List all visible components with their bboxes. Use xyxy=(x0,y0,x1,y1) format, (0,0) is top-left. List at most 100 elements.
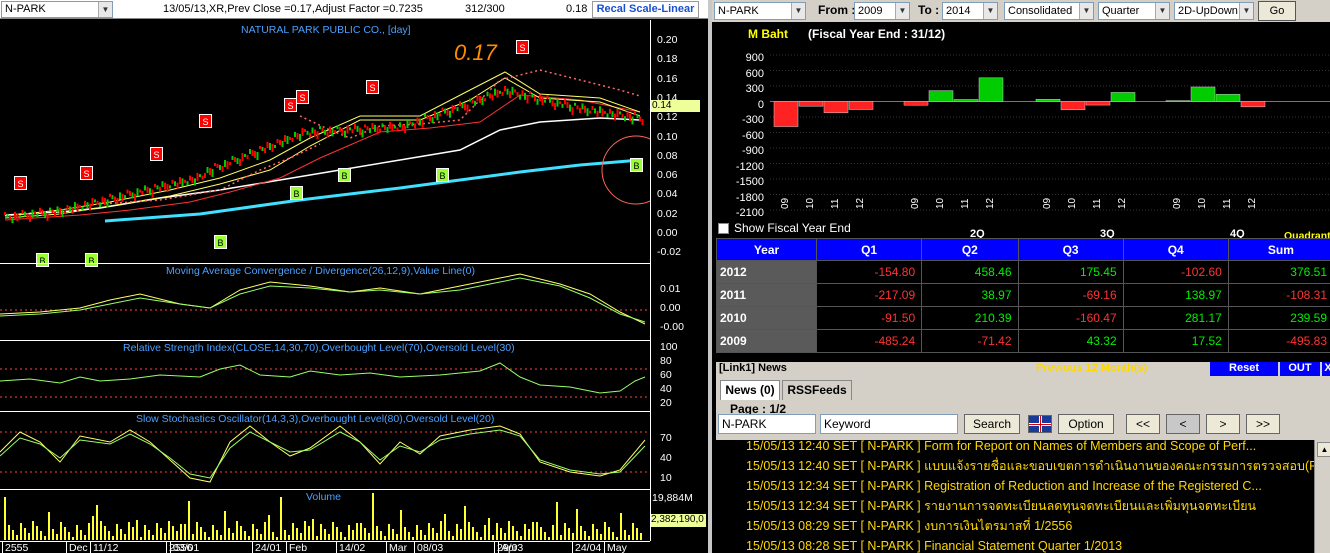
volume-bar xyxy=(100,521,102,540)
fiscal-label: (Fiscal Year End : 31/12) xyxy=(808,27,946,41)
candle xyxy=(524,92,526,100)
candle xyxy=(84,200,86,206)
volume-bar xyxy=(180,524,182,540)
news-item[interactable]: 15/05/13 12:34 SET [ N-PARK ] รายงานการจ… xyxy=(746,496,1256,516)
candle xyxy=(169,185,171,189)
candle xyxy=(269,143,271,150)
volume-bar xyxy=(172,526,174,540)
volume-bar xyxy=(548,537,550,540)
volume-bar xyxy=(476,532,478,540)
view-select[interactable]: 2D-UpDown ▼ xyxy=(1174,2,1254,20)
fin-bar-Q2-2011 xyxy=(953,99,979,102)
sell-signal: S xyxy=(366,80,379,94)
flag-icon[interactable] xyxy=(1028,415,1052,433)
axis-border xyxy=(650,20,651,541)
volume-bar xyxy=(404,527,406,540)
reset-button[interactable]: Reset xyxy=(1210,362,1278,376)
buy-signal: B xyxy=(436,168,449,182)
volume-bar xyxy=(520,536,522,540)
candle xyxy=(249,149,251,154)
close-button[interactable]: X xyxy=(1322,362,1330,376)
volume-bar xyxy=(540,527,542,540)
prev-page-button[interactable]: < xyxy=(1166,414,1200,434)
from-year-select[interactable]: 2009 ▼ xyxy=(854,2,910,20)
news-item[interactable]: 15/05/13 12:40 SET [ N-PARK ] Form for R… xyxy=(746,440,1256,456)
tab-news[interactable]: News (0) xyxy=(720,380,780,400)
volume-bar xyxy=(496,523,498,540)
volume-bar xyxy=(72,537,74,540)
from-year-value: 2009 xyxy=(858,5,883,17)
news-item[interactable]: 15/05/13 12:40 SET [ N-PARK ] แบบแจ้งราย… xyxy=(746,456,1314,476)
chevron-down-icon[interactable]: ▼ xyxy=(791,3,805,19)
chevron-down-icon[interactable]: ▼ xyxy=(1079,3,1093,19)
table-cell-q1: -217.09 xyxy=(815,283,923,307)
news-scrollbar[interactable]: ▲ xyxy=(1314,440,1330,553)
date-axis-label: 08/03 xyxy=(414,542,443,553)
candle xyxy=(266,142,269,148)
candle xyxy=(304,129,306,132)
show-fiscal-label: Show Fiscal Year End xyxy=(734,221,851,235)
recal-scale-button[interactable]: Recal Scale-Linear xyxy=(592,1,699,18)
search-button[interactable]: Search xyxy=(964,414,1020,434)
chevron-down-icon[interactable]: ▼ xyxy=(983,3,997,19)
fin-month-label: 09 xyxy=(910,197,921,209)
volume-bar xyxy=(152,535,154,540)
volume-bar xyxy=(204,532,206,540)
volume-bar xyxy=(44,536,46,540)
volume-bar xyxy=(176,531,178,540)
date-axis-label: 24/01 xyxy=(252,542,281,553)
out-button[interactable]: OUT xyxy=(1280,362,1320,376)
candle xyxy=(44,211,46,219)
candle xyxy=(299,134,301,141)
candle xyxy=(511,86,514,95)
candle xyxy=(449,110,451,118)
fin-symbol-value: N-PARK xyxy=(718,5,759,17)
candle xyxy=(469,98,471,102)
table-cell-q2: 38.97 xyxy=(921,283,1019,307)
candle xyxy=(136,188,139,197)
volume-bar xyxy=(280,497,282,540)
candle xyxy=(569,104,571,112)
table-cell-q1: -154.80 xyxy=(815,260,923,284)
keyword-input[interactable]: Keyword xyxy=(820,414,958,434)
volume-bar xyxy=(316,536,318,540)
chevron-down-icon[interactable]: ▼ xyxy=(1155,3,1169,19)
chart-toolbar: N-PARK ▼ 13/05/13,XR,Prev Close =0.17,Ad… xyxy=(0,0,708,19)
previous-months-label: Previous 12 Month(s) xyxy=(1036,362,1148,374)
candle xyxy=(349,127,351,131)
price-axis-tick: 0.02 xyxy=(657,207,678,220)
last-page-button[interactable]: >> xyxy=(1246,414,1280,434)
candle xyxy=(509,91,511,99)
fin-symbol-select[interactable]: N-PARK ▼ xyxy=(714,2,806,20)
to-year-select[interactable]: 2014 ▼ xyxy=(942,2,998,20)
candle xyxy=(581,103,584,110)
news-symbol-field[interactable]: N-PARK xyxy=(718,414,816,434)
chevron-down-icon[interactable]: ▼ xyxy=(1239,3,1253,19)
candle xyxy=(211,169,214,177)
option-button[interactable]: Option xyxy=(1058,414,1114,434)
news-panel: News (0) RSSFeeds Page : 1/2 N-PARK Keyw… xyxy=(716,376,1330,553)
news-item[interactable]: 15/05/13 12:34 SET [ N-PARK ] Registrati… xyxy=(746,476,1262,496)
volume-bar xyxy=(32,521,34,540)
chevron-down-icon[interactable]: ▼ xyxy=(98,2,112,17)
mode-select[interactable]: Consolidated ▼ xyxy=(1004,2,1094,20)
go-button[interactable]: Go xyxy=(1258,1,1296,21)
volume-bar xyxy=(512,526,514,540)
next-page-button[interactable]: > xyxy=(1206,414,1240,434)
scroll-up-icon[interactable]: ▲ xyxy=(1317,442,1330,457)
sell-signal: S xyxy=(296,90,309,104)
news-item[interactable]: 15/05/13 08:29 SET [ N-PARK ] งบการเงินไ… xyxy=(746,516,1072,536)
chevron-down-icon[interactable]: ▼ xyxy=(895,3,909,19)
symbol-select[interactable]: N-PARK ▼ xyxy=(1,1,113,18)
first-page-button[interactable]: << xyxy=(1126,414,1160,434)
news-item[interactable]: 15/05/13 08:28 SET [ N-PARK ] Financial … xyxy=(746,536,1122,553)
period-select[interactable]: Quarter ▼ xyxy=(1098,2,1170,20)
candle xyxy=(606,113,609,118)
tab-rssfeeds[interactable]: RSSFeeds xyxy=(782,380,852,400)
candle xyxy=(484,98,486,102)
show-fiscal-checkbox[interactable] xyxy=(718,223,729,234)
volume-bar xyxy=(392,529,394,540)
candle xyxy=(161,181,164,188)
candle xyxy=(414,123,416,129)
candle xyxy=(574,102,576,106)
